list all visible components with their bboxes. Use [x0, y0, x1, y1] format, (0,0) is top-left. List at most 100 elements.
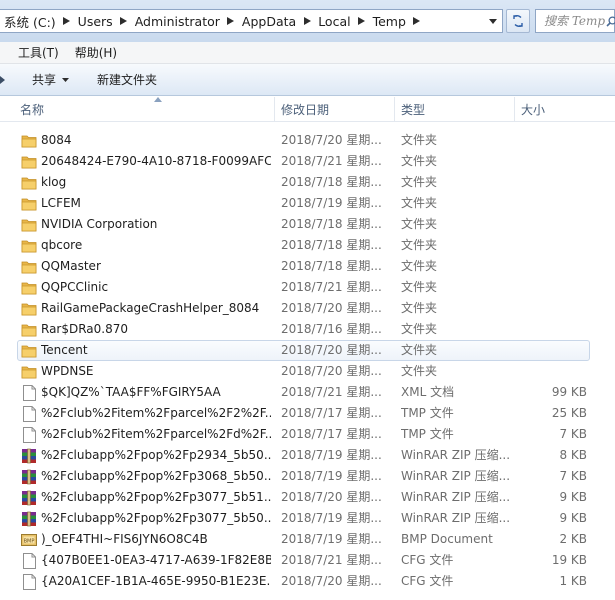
file-size: 7 KB — [559, 427, 587, 441]
breadcrumb-item[interactable]: Users — [74, 10, 117, 32]
breadcrumb-separator[interactable] — [410, 17, 424, 25]
breadcrumb-separator[interactable] — [60, 17, 74, 25]
file-date: 2018/7/18 星期... — [281, 259, 382, 273]
file-size — [515, 172, 587, 193]
file-row[interactable]: QQMaster 2018/7/18 星期... 文件夹 — [0, 256, 615, 277]
folder-icon — [20, 151, 38, 172]
file-date: 2018/7/18 星期... — [281, 217, 382, 231]
file-row[interactable]: Rar$DRa0.870 2018/7/16 星期... 文件夹 — [0, 319, 615, 340]
folder-icon — [20, 214, 38, 235]
folder-icon — [20, 298, 38, 319]
file-row[interactable]: 20648424-E790-4A10-8718-F0099AFC... 2018/… — [0, 151, 615, 172]
new-folder-label: 新建文件夹 — [97, 73, 158, 87]
sort-ascending-icon — [154, 97, 162, 102]
folder-icon — [20, 172, 38, 193]
file-row[interactable]: RailGamePackageCrashHelper_8084 2018/7/20… — [0, 298, 615, 319]
file-size: 7 KB — [559, 469, 587, 483]
address-history-dropdown[interactable] — [484, 10, 502, 32]
folder-icon — [20, 130, 38, 151]
file-row[interactable]: {407B0EE1-0EA3-4717-A639-1F82E8B... 2018/… — [0, 550, 615, 571]
breadcrumb-item[interactable]: Administrator — [131, 10, 224, 32]
breadcrumb-separator[interactable] — [224, 17, 238, 25]
file-type: 文件夹 — [401, 217, 438, 231]
file-row[interactable]: $QK]QZ%`TAA$FF%FGIRY5AA 2018/7/21 星期... XM… — [0, 382, 615, 403]
file-row[interactable]: NVIDIA Corporation 2018/7/18 星期... 文件夹 — [0, 214, 615, 235]
breadcrumb-item[interactable]: AppData — [238, 10, 300, 32]
file-size — [515, 235, 587, 256]
bmp-icon: BMP — [20, 529, 38, 550]
file-date: 2018/7/20 星期... — [281, 343, 382, 357]
file-list: 8084 2018/7/20 星期... 文件夹 20648424-E790-4A10… — [0, 130, 615, 600]
file-name: %2Fclubapp%2Fpop%2Fp3068_5b50... — [41, 469, 271, 483]
column-header-date[interactable]: 修改日期 — [275, 97, 395, 122]
file-row[interactable]: QQPCClinic 2018/7/21 星期... 文件夹 — [0, 277, 615, 298]
file-type: CFG 文件 — [401, 574, 454, 588]
file-type: XML 文档 — [401, 385, 455, 399]
breadcrumb-item[interactable]: Temp — [369, 10, 410, 32]
chevron-right-icon — [303, 17, 311, 25]
file-row[interactable]: %2Fclubapp%2Fpop%2Fp2934_5b50... 2018/7/1… — [0, 445, 615, 466]
file-row[interactable]: klog 2018/7/18 星期... 文件夹 — [0, 172, 615, 193]
file-date: 2018/7/21 星期... — [281, 280, 382, 294]
share-button[interactable]: 共享 — [32, 71, 70, 88]
file-row[interactable]: %2Fclub%2Fitem%2Fparcel%2F2%2F... 2018/7/… — [0, 403, 615, 424]
search-input[interactable] — [544, 14, 606, 28]
file-date: 2018/7/20 星期... — [281, 574, 382, 588]
file-date: 2018/7/16 星期... — [281, 322, 382, 336]
folder-icon — [20, 340, 38, 361]
address-bar-row: 系统 (C:) Users Administrator AppData Local Tem… — [0, 0, 615, 42]
file-date: 2018/7/19 星期... — [281, 469, 382, 483]
file-size — [515, 151, 587, 172]
column-header-name[interactable]: 名称 — [14, 97, 275, 122]
address-bar[interactable]: 系统 (C:) Users Administrator AppData Local Tem… — [0, 9, 503, 33]
file-name: NVIDIA Corporation — [41, 217, 158, 231]
column-name-label: 名称 — [20, 103, 45, 117]
breadcrumb-item[interactable]: Local — [314, 10, 354, 32]
breadcrumb-separator[interactable] — [355, 17, 369, 25]
file-row[interactable]: BMP)_OEF4THI~FIS6JYN6O8C4B 2018/7/19 星期..… — [0, 529, 615, 550]
file-name: Rar$DRa0.870 — [41, 322, 129, 336]
file-row[interactable]: WPDNSE 2018/7/20 星期... 文件夹 — [0, 361, 615, 382]
column-header-size[interactable]: 大小 — [515, 97, 615, 122]
refresh-button[interactable] — [506, 9, 530, 33]
file-row[interactable]: %2Fclubapp%2Fpop%2Fp3068_5b50... 2018/7/1… — [0, 466, 615, 487]
menu-tools[interactable]: 工具(T) — [18, 44, 59, 61]
file-date: 2018/7/19 星期... — [281, 532, 382, 546]
file-row[interactable]: Tencent 2018/7/20 星期... 文件夹 — [0, 340, 615, 361]
folder-icon — [20, 235, 38, 256]
breadcrumb-label: Temp — [372, 13, 406, 29]
file-row[interactable]: LCFEM 2018/7/19 星期... 文件夹 — [0, 193, 615, 214]
file-type: 文件夹 — [401, 175, 438, 189]
menu-bar: 工具(T) 帮助(H) — [0, 42, 615, 64]
file-row[interactable]: %2Fclub%2Fitem%2Fparcel%2Fd%2F... 2018/7/… — [0, 424, 615, 445]
file-date: 2018/7/21 星期... — [281, 385, 382, 399]
file-row[interactable]: %2Fclubapp%2Fpop%2Fp3077_5b51... 2018/7/2… — [0, 487, 615, 508]
search-box[interactable] — [535, 9, 615, 33]
winrar-icon — [20, 487, 38, 508]
file-name: %2Fclub%2Fitem%2Fparcel%2F2%2F... — [41, 406, 271, 420]
chevron-right-icon — [120, 17, 128, 25]
menu-help[interactable]: 帮助(H) — [75, 44, 117, 61]
file-size — [515, 277, 587, 298]
file-size: 2 KB — [559, 532, 587, 546]
file-row[interactable]: 8084 2018/7/20 星期... 文件夹 — [0, 130, 615, 151]
file-type: CFG 文件 — [401, 553, 454, 567]
file-row[interactable]: qbcore 2018/7/18 星期... 文件夹 — [0, 235, 615, 256]
chevron-down-icon — [62, 77, 70, 82]
file-date: 2018/7/20 星期... — [281, 133, 382, 147]
file-size — [515, 319, 587, 340]
search-icon — [606, 15, 615, 27]
breadcrumb-separator[interactable] — [117, 17, 131, 25]
column-header-type[interactable]: 类型 — [395, 97, 515, 122]
file-type: 文件夹 — [401, 322, 438, 336]
breadcrumb-item[interactable]: 系统 (C:) — [0, 10, 60, 32]
file-size: 8 KB — [559, 448, 587, 462]
breadcrumb-separator[interactable] — [300, 17, 314, 25]
file-name: 20648424-E790-4A10-8718-F0099AFC... — [41, 154, 271, 168]
file-name: )_OEF4THI~FIS6JYN6O8C4B — [41, 532, 208, 546]
file-row[interactable]: {A20A1CEF-1B1A-465E-9950-B1E23E... 2018/7… — [0, 571, 615, 592]
file-type: WinRAR ZIP 压缩... — [401, 490, 511, 504]
file-type: TMP 文件 — [401, 406, 454, 420]
file-row[interactable]: %2Fclubapp%2Fpop%2Fp3077_5b50... 2018/7/1… — [0, 508, 615, 529]
new-folder-button[interactable]: 新建文件夹 — [97, 71, 157, 88]
